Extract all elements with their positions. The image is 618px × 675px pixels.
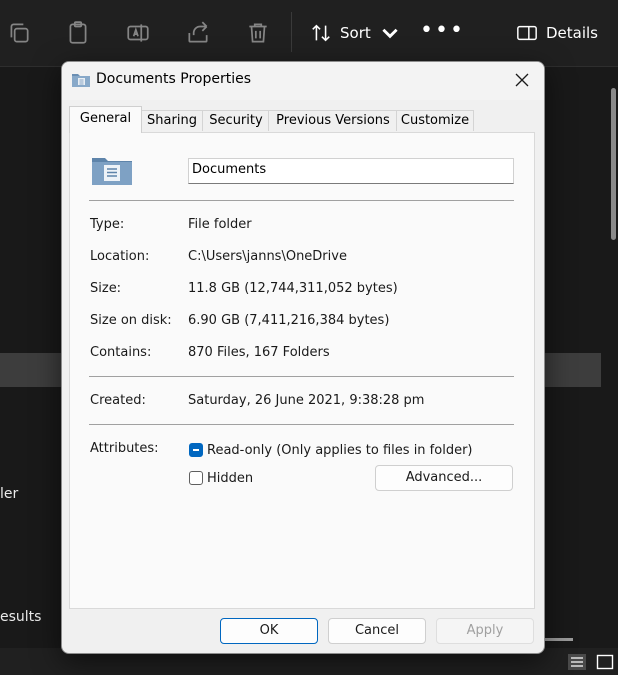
readonly-checkbox[interactable] [189,443,203,457]
horizontal-scrollbar[interactable] [545,638,573,641]
cancel-button[interactable]: Cancel [328,618,426,644]
tab-previous-versions[interactable]: Previous Versions [268,110,398,131]
tab-sharing[interactable]: Sharing [140,110,204,131]
close-icon[interactable] [512,70,532,90]
tab-security[interactable]: Security [202,110,270,131]
details-button[interactable]: Details [516,20,598,46]
item-label-fragment[interactable]: ler [0,486,18,502]
size-value: 11.8 GB (12,744,311,052 bytes) [188,281,398,296]
tab-customize[interactable]: Customize [396,110,474,131]
location-label: Location: [90,249,150,264]
location-value: C:\Users\janns\OneDrive [188,249,347,264]
copy-icon[interactable] [6,20,32,46]
more-options-icon[interactable]: ••• [420,20,465,42]
share-icon[interactable] [185,20,211,46]
dialog-title: Documents Properties [96,71,252,87]
results-label-fragment: esults [0,609,42,625]
divider [89,424,514,425]
hidden-checkbox[interactable] [189,471,203,485]
delete-icon[interactable] [245,20,271,46]
contains-value: 870 Files, 167 Folders [188,345,330,360]
properties-dialog: Documents Properties General Sharing Sec… [61,61,545,654]
divider [89,200,514,201]
details-pane-icon [517,25,537,41]
tiles-view-icon[interactable] [596,654,614,670]
ok-button[interactable]: OK [220,618,318,644]
readonly-checkbox-label[interactable]: Read-only (Only applies to files in fold… [207,443,472,458]
created-label: Created: [90,393,146,408]
type-label: Type: [90,217,125,232]
folder-name-input[interactable] [188,158,514,184]
toolbar-separator [291,12,292,52]
folder-icon [72,74,90,87]
advanced-button[interactable]: Advanced... [375,465,513,491]
size-on-disk-value: 6.90 GB (7,411,216,384 bytes) [188,313,390,328]
sort-button[interactable]: Sort [310,20,401,46]
dialog-titlebar[interactable]: Documents Properties [62,62,544,100]
explorer-toolbar: Sort ••• Details [0,0,618,67]
contains-label: Contains: [90,345,152,360]
rename-icon[interactable] [125,20,151,46]
size-label: Size: [90,281,122,296]
chevron-down-icon [382,28,398,39]
apply-button[interactable]: Apply [436,618,534,644]
tab-general[interactable]: General [69,106,142,133]
details-label: Details [546,24,599,42]
vertical-scrollbar[interactable] [611,88,616,240]
details-view-icon[interactable] [568,654,586,670]
sort-icon [312,24,330,42]
general-tab-panel: Type: File folder Location: C:\Users\jan… [69,132,535,609]
sort-label: Sort [340,24,371,42]
attributes-label: Attributes: [90,441,159,456]
hidden-checkbox-label[interactable]: Hidden [207,471,253,486]
paste-icon[interactable] [65,20,91,46]
divider [89,376,514,377]
size-on-disk-label: Size on disk: [90,313,172,328]
large-folder-icon [92,158,132,185]
type-value: File folder [188,217,252,232]
created-value: Saturday, 26 June 2021, 9:38:28 pm [188,393,425,408]
